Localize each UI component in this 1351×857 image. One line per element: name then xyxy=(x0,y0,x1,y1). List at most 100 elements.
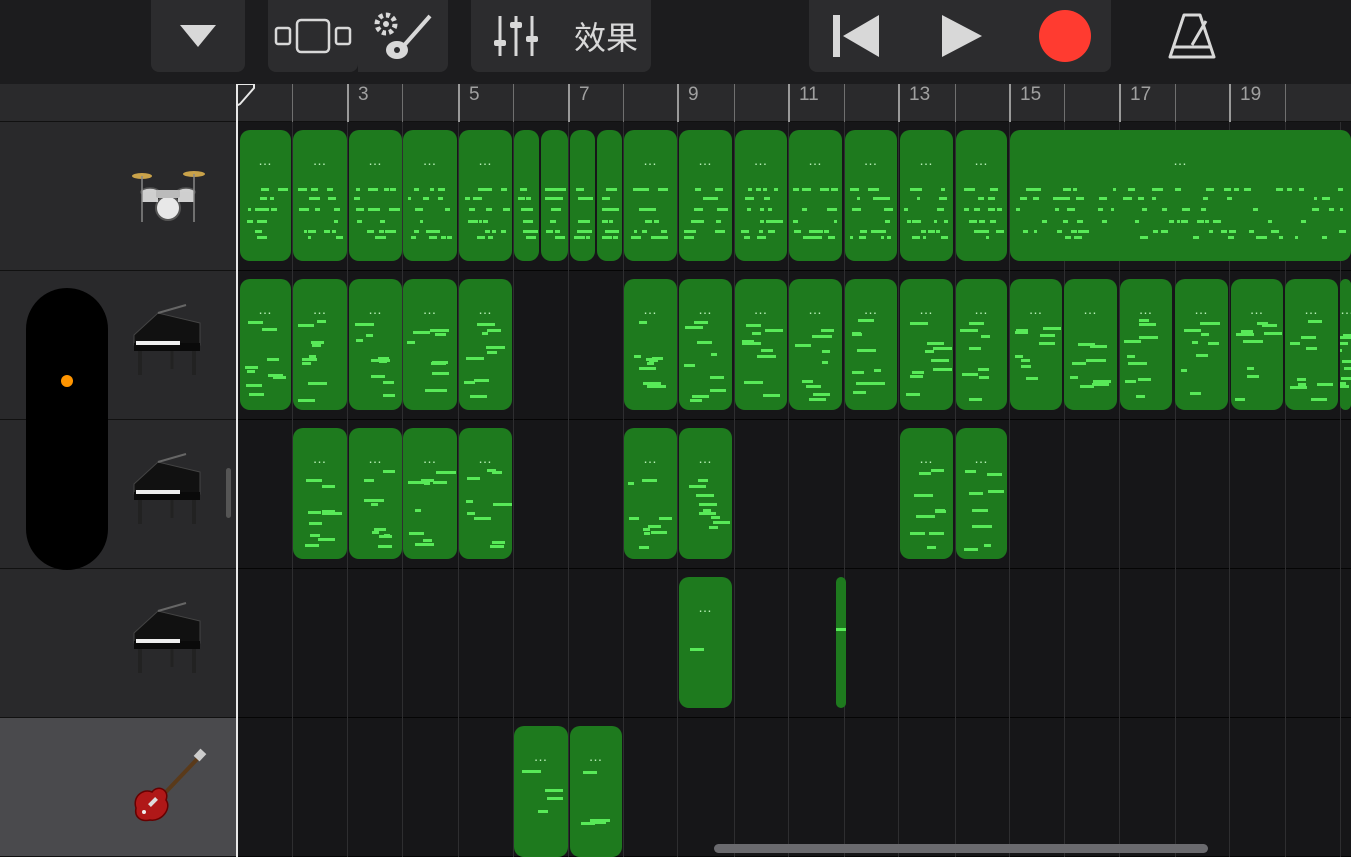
play-button[interactable] xyxy=(903,0,1019,72)
track-header-guitar[interactable] xyxy=(0,718,237,857)
midi-region[interactable]: … xyxy=(459,428,512,559)
midi-note xyxy=(380,236,384,239)
midi-note xyxy=(654,236,662,239)
midi-region[interactable]: … xyxy=(1064,279,1117,410)
midi-region[interactable]: … xyxy=(679,279,732,410)
view-toggle-button[interactable] xyxy=(268,0,358,72)
go-to-beginning-button[interactable] xyxy=(809,0,903,72)
bar-ruler[interactable]: 3 5 7 9 11 13 15 17 19 xyxy=(237,84,1351,122)
midi-region[interactable]: … xyxy=(679,130,732,261)
midi-region[interactable]: … xyxy=(1285,279,1338,410)
playhead[interactable] xyxy=(236,84,238,857)
midi-note xyxy=(1073,236,1078,239)
midi-region[interactable]: … xyxy=(403,279,457,410)
midi-region[interactable]: … xyxy=(293,279,347,410)
midi-region[interactable]: … xyxy=(1231,279,1283,410)
midi-region[interactable]: … xyxy=(240,130,291,261)
midi-region[interactable] xyxy=(514,130,539,261)
midi-region[interactable]: … xyxy=(789,130,842,261)
midi-region[interactable]: … xyxy=(459,279,512,410)
midi-note xyxy=(245,365,259,369)
midi-region[interactable]: … xyxy=(789,279,842,410)
midi-region[interactable]: … xyxy=(293,130,347,261)
bar-number: 7 xyxy=(579,84,590,105)
midi-region[interactable] xyxy=(836,577,846,708)
region-menu-dots: … xyxy=(643,450,658,466)
midi-region[interactable]: … xyxy=(1010,279,1062,410)
midi-note xyxy=(304,543,320,547)
midi-region[interactable]: … xyxy=(679,577,732,708)
midi-region[interactable]: … xyxy=(624,130,677,261)
midi-note xyxy=(979,375,989,379)
midi-region[interactable]: … xyxy=(956,428,1007,559)
midi-note xyxy=(1089,344,1108,348)
midi-note xyxy=(554,236,558,239)
playhead-marker-icon[interactable] xyxy=(236,84,256,106)
midi-region[interactable]: … xyxy=(900,279,953,410)
midi-region[interactable]: … xyxy=(349,279,402,410)
record-button[interactable] xyxy=(1019,0,1111,72)
instrument-settings-button[interactable] xyxy=(358,0,448,72)
track-header-piano-3[interactable] xyxy=(0,569,237,718)
midi-region[interactable] xyxy=(541,130,568,261)
midi-region[interactable]: … xyxy=(624,428,677,559)
midi-region[interactable]: … xyxy=(1010,130,1351,261)
midi-region[interactable]: … xyxy=(1340,279,1351,410)
midi-note xyxy=(919,472,931,476)
midi-note xyxy=(1329,208,1334,211)
midi-note xyxy=(815,236,823,239)
tracks-dropdown-button[interactable] xyxy=(151,0,245,72)
tracks-area[interactable]: … … … … … … … … … … … … … … … … … … … … … … … … … … … … … … … … … … … … … … … …… xyxy=(238,122,1351,857)
midi-region[interactable]: … xyxy=(240,279,291,410)
midi-region[interactable]: … xyxy=(956,130,1007,261)
midi-note xyxy=(1307,319,1322,323)
midi-region[interactable]: … xyxy=(403,130,457,261)
volume-knob[interactable] xyxy=(61,375,73,387)
midi-note xyxy=(1235,398,1245,402)
midi-region[interactable]: … xyxy=(349,428,402,559)
midi-note xyxy=(1248,230,1254,233)
midi-region[interactable]: … xyxy=(403,428,457,559)
metronome-button[interactable] xyxy=(1146,0,1238,72)
track-header-drums[interactable] xyxy=(0,122,237,271)
midi-note xyxy=(793,220,799,223)
track-volume-slider[interactable] xyxy=(26,288,108,570)
midi-note xyxy=(827,236,836,239)
midi-note xyxy=(759,208,764,211)
midi-note xyxy=(1072,188,1077,191)
header-resize-handle[interactable] xyxy=(226,468,231,518)
midi-region[interactable]: … xyxy=(349,130,402,261)
midi-note xyxy=(299,208,305,211)
midi-region[interactable]: … xyxy=(514,726,568,857)
midi-note xyxy=(911,371,924,375)
midi-region[interactable]: … xyxy=(1175,279,1228,410)
midi-region[interactable]: … xyxy=(293,428,347,559)
midi-region[interactable]: … xyxy=(900,428,953,559)
midi-region[interactable] xyxy=(597,130,622,261)
bar-tick xyxy=(1119,84,1121,122)
fx-button[interactable]: 效果 xyxy=(561,0,651,72)
midi-note xyxy=(884,208,891,211)
mixer-button[interactable] xyxy=(471,0,561,72)
midi-note xyxy=(384,188,390,191)
midi-region[interactable]: … xyxy=(624,279,677,410)
midi-note xyxy=(982,525,992,529)
midi-region[interactable]: … xyxy=(900,130,953,261)
horizontal-scrollbar[interactable] xyxy=(714,844,1208,853)
midi-region[interactable]: … xyxy=(679,428,732,559)
midi-region[interactable]: … xyxy=(459,130,512,261)
midi-region[interactable]: … xyxy=(956,279,1007,410)
midi-note xyxy=(836,628,846,632)
midi-region[interactable]: … xyxy=(845,279,897,410)
midi-region[interactable] xyxy=(570,130,595,261)
midi-region[interactable]: … xyxy=(1120,279,1172,410)
midi-region[interactable]: … xyxy=(845,130,897,261)
midi-note xyxy=(550,220,557,223)
midi-note xyxy=(881,236,885,239)
midi-note xyxy=(374,527,386,531)
midi-note xyxy=(1301,220,1307,223)
midi-region[interactable]: … xyxy=(735,130,787,261)
midi-note xyxy=(1340,341,1348,345)
midi-region[interactable]: … xyxy=(570,726,622,857)
midi-region[interactable]: … xyxy=(735,279,787,410)
